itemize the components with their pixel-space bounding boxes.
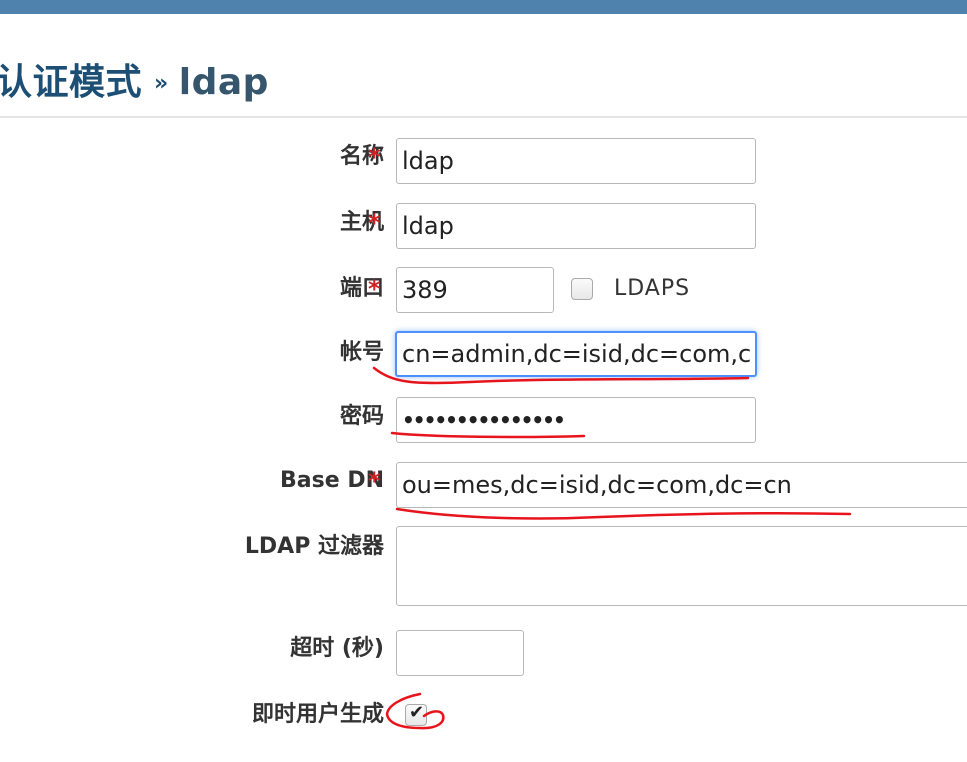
breadcrumb-separator: » [154,71,169,96]
port-required-mark: * [368,275,381,303]
base-dn-required-mark: * [368,467,381,495]
ldaps-checkbox[interactable] [571,278,593,300]
page-header: 认证模式 » ldap [0,14,967,116]
host-input[interactable]: ldap [396,203,756,249]
ldap-filter-textarea[interactable] [396,526,967,606]
account-input[interactable]: cn=admin,dc=isid,dc=com,c [395,331,757,377]
ldaps-label[interactable]: LDAPS [614,274,690,304]
title-subpage: ldap [178,62,269,103]
onthefly-label: 即时用户生成 [251,702,384,727]
top-bar [0,0,967,14]
password-label: 密码 [339,404,384,429]
title-auth-source[interactable]: 认证模式 [0,62,142,103]
checkmark-icon: ✔ [409,702,425,723]
port-input[interactable]: 389 [396,267,554,313]
account-label: 帐号 [339,340,384,365]
ldap-settings-form: 名称 * ldap 主机 * ldap 端口 * 389 LDAPS 帐号 cn… [0,118,967,762]
timeout-input[interactable] [396,630,524,676]
ldap-filter-label: LDAP 过滤器 [244,534,384,559]
page-title: 认证模式 » ldap [0,53,269,105]
host-required-mark: * [368,209,381,237]
timeout-label: 超时 (秒) [290,636,384,661]
base-dn-input[interactable]: ou=mes,dc=isid,dc=com,dc=cn [396,462,967,508]
onthefly-checkbox[interactable]: ✔ [405,702,427,726]
name-required-mark: * [368,143,381,171]
password-input[interactable]: ••••••••••••••• [396,397,756,443]
name-input[interactable]: ldap [396,138,756,184]
